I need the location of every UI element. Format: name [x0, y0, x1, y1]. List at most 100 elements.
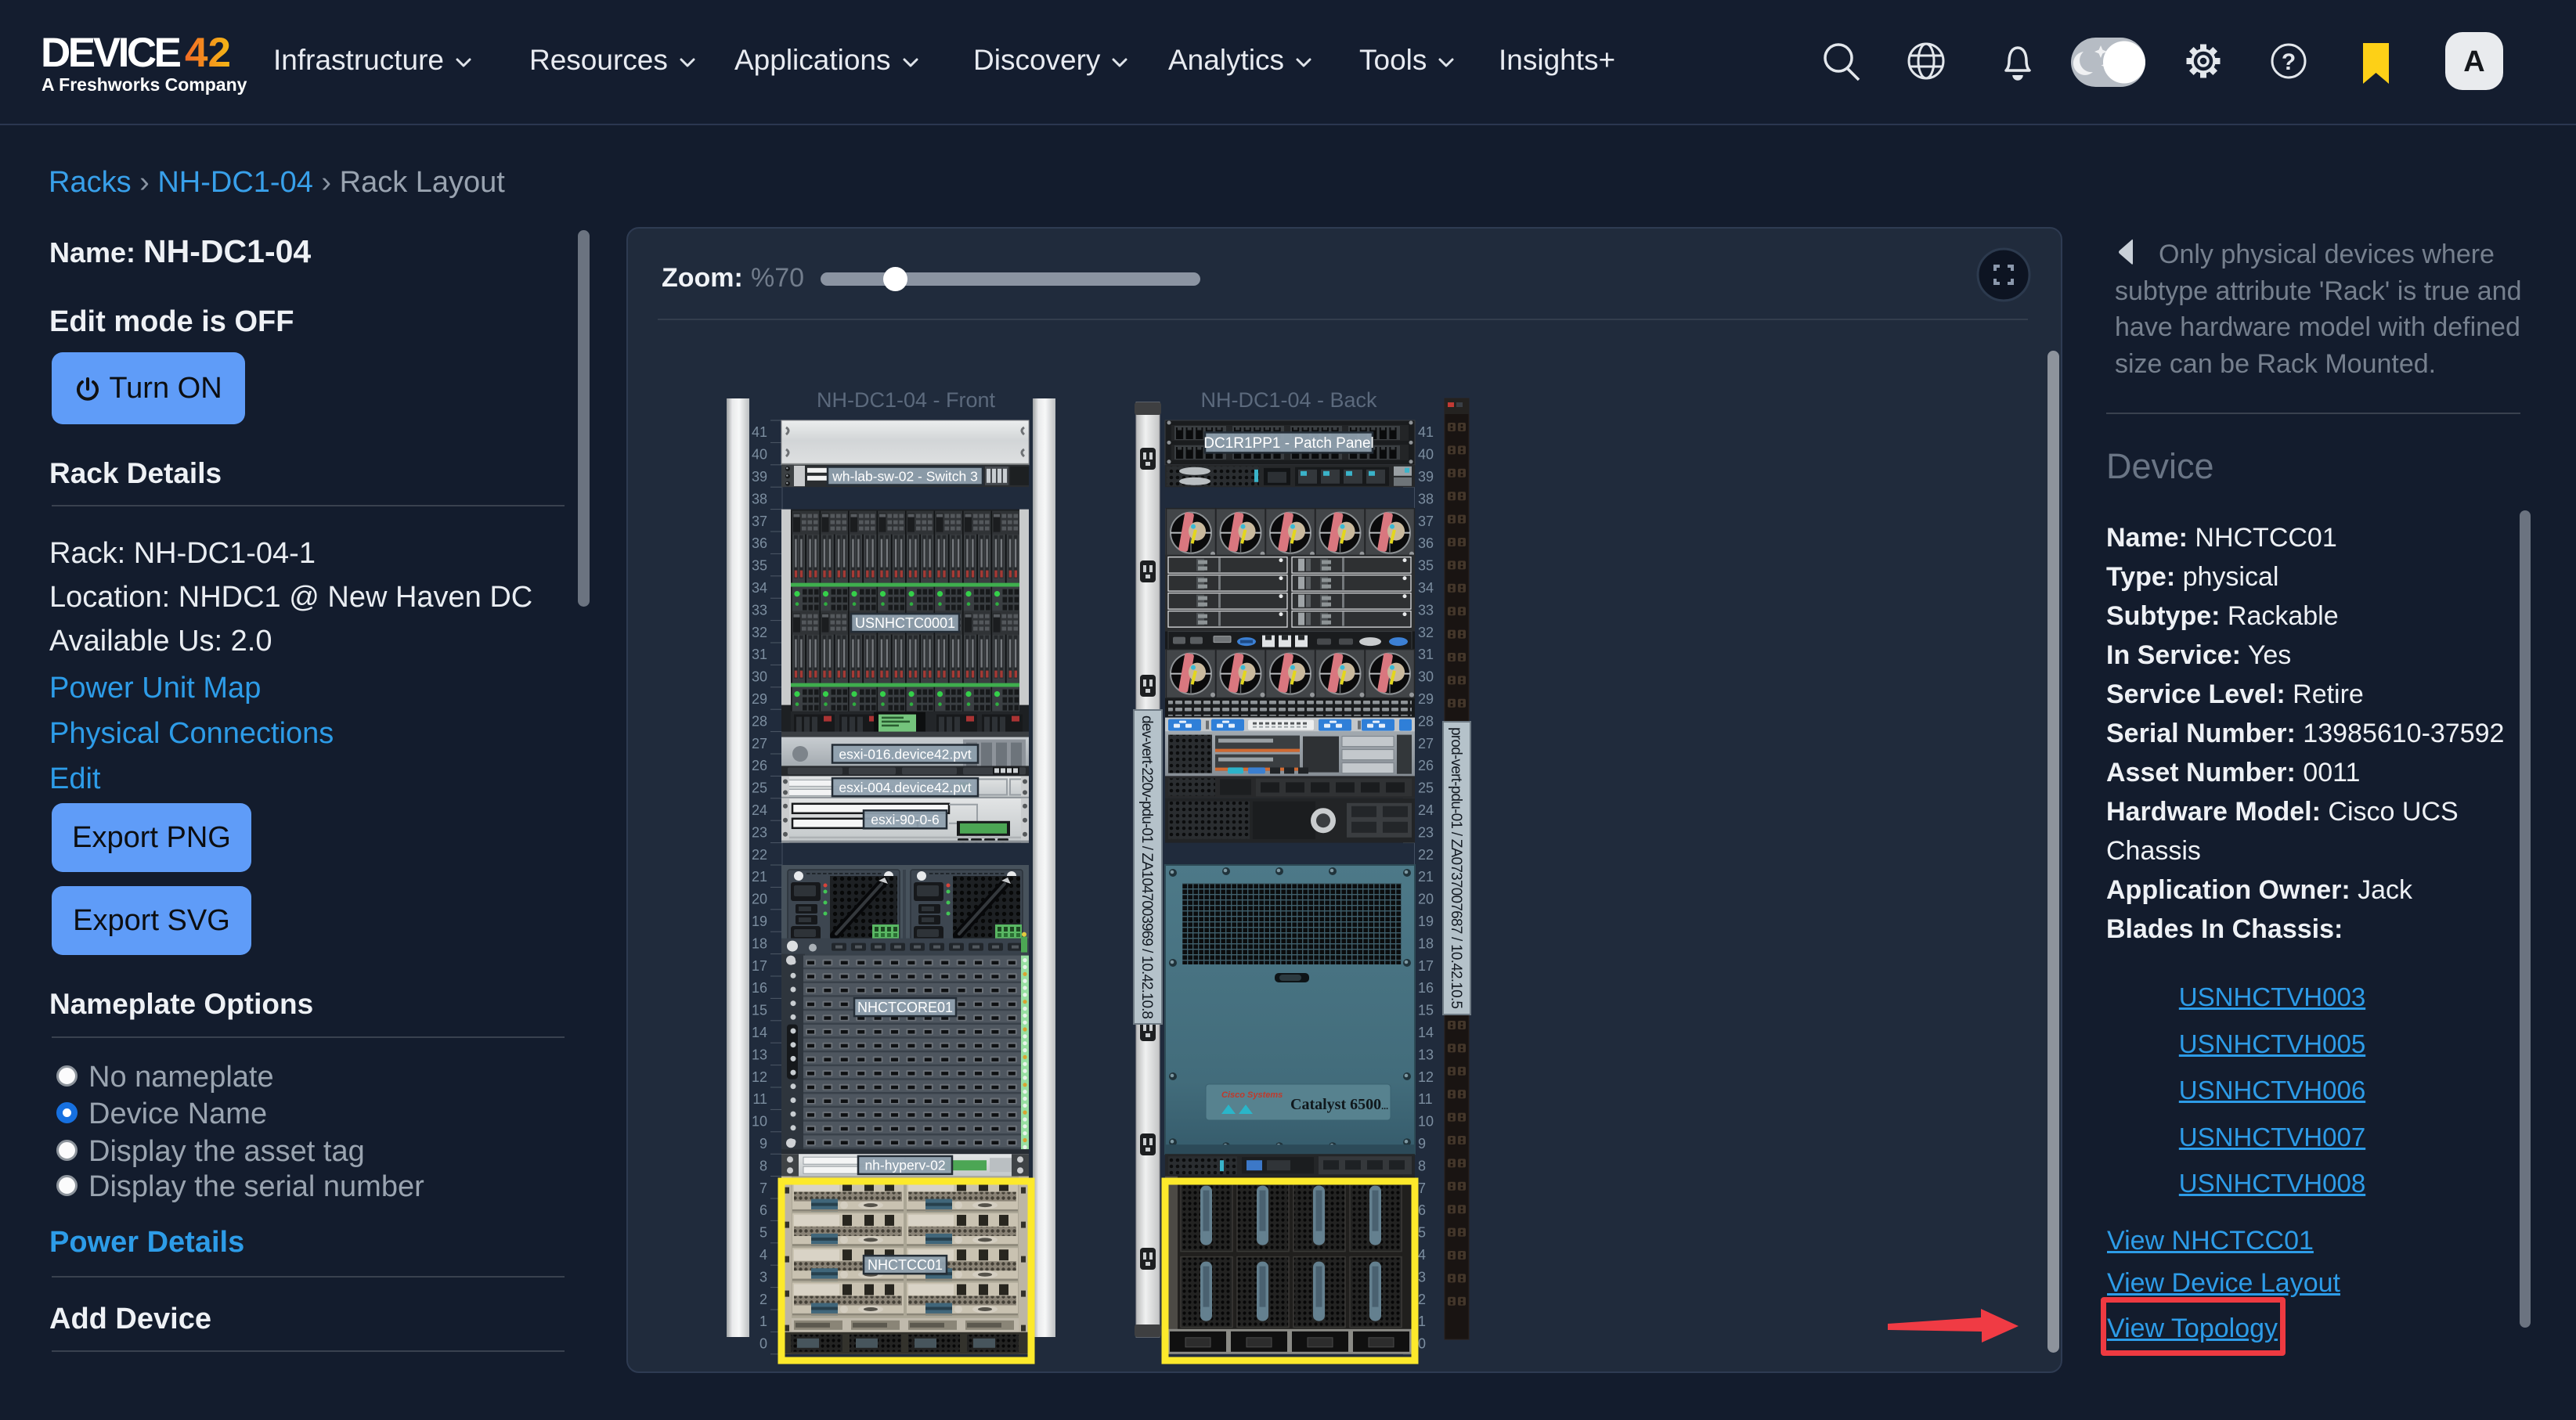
svg-text:35: 35	[752, 558, 767, 574]
svg-text:27: 27	[752, 736, 767, 751]
svg-text:2: 2	[1418, 1292, 1426, 1307]
svg-text:7: 7	[759, 1180, 767, 1196]
svg-text:39: 39	[1418, 469, 1434, 485]
svg-text:8: 8	[1418, 1158, 1426, 1173]
svg-text:31: 31	[1418, 647, 1434, 662]
svg-text:19: 19	[1418, 914, 1434, 929]
svg-text:17: 17	[752, 958, 767, 974]
svg-text:32: 32	[752, 625, 767, 640]
svg-text:36: 36	[752, 535, 767, 551]
svg-text:32: 32	[1418, 625, 1434, 640]
svg-text:14: 14	[752, 1025, 767, 1040]
svg-text:30: 30	[752, 669, 767, 685]
svg-text:17: 17	[1418, 958, 1434, 974]
svg-text:7: 7	[1418, 1180, 1426, 1196]
svg-text:dev-vert-220v-pdu-01 / ZA10470: dev-vert-220v-pdu-01 / ZA1047003969 / 10…	[1138, 715, 1155, 1019]
svg-text:wh-lab-sw-02 - Switch 3: wh-lab-sw-02 - Switch 3	[832, 468, 978, 484]
svg-text:3: 3	[759, 1269, 767, 1285]
svg-text:40: 40	[752, 447, 767, 463]
svg-text:38: 38	[752, 491, 767, 506]
svg-text:25: 25	[1418, 780, 1434, 796]
svg-text:36: 36	[1418, 535, 1434, 551]
svg-text:NHCTCORE01: NHCTCORE01	[857, 1000, 953, 1015]
svg-text:8: 8	[759, 1158, 767, 1173]
svg-text:4: 4	[1418, 1247, 1426, 1263]
svg-text:10: 10	[1418, 1114, 1434, 1130]
svg-text:1: 1	[1418, 1314, 1426, 1329]
svg-text:18: 18	[1418, 935, 1434, 951]
svg-text:9: 9	[1418, 1136, 1426, 1151]
svg-text:0: 0	[1418, 1336, 1426, 1352]
svg-text:23: 23	[1418, 824, 1434, 840]
svg-text:16: 16	[752, 980, 767, 996]
svg-text:13: 13	[752, 1047, 767, 1062]
svg-text:esxi-016.device42.pvt: esxi-016.device42.pvt	[839, 746, 971, 762]
svg-text:26: 26	[752, 758, 767, 773]
svg-text:USNHCTC0001: USNHCTC0001	[855, 615, 955, 631]
svg-text:22: 22	[1418, 847, 1434, 863]
svg-text:0: 0	[759, 1336, 767, 1352]
svg-text:5: 5	[1418, 1225, 1426, 1241]
svg-text:esxi-004.device42.pvt: esxi-004.device42.pvt	[839, 780, 971, 795]
svg-text:22: 22	[752, 847, 767, 863]
svg-text:DEVICE: DEVICE	[41, 30, 182, 76]
svg-text:30: 30	[1418, 669, 1434, 685]
svg-text:15: 15	[752, 1003, 767, 1018]
svg-text:A Freshworks Company: A Freshworks Company	[41, 74, 247, 95]
svg-text:nh-hyperv-02: nh-hyperv-02	[864, 1158, 945, 1173]
svg-text:33: 33	[752, 602, 767, 618]
svg-text:42: 42	[185, 30, 231, 76]
svg-text:21: 21	[1418, 869, 1434, 885]
svg-text:11: 11	[1418, 1091, 1433, 1107]
svg-text:34: 34	[1418, 580, 1434, 596]
svg-text:20: 20	[1418, 892, 1434, 907]
svg-text:41: 41	[752, 424, 767, 440]
svg-text:31: 31	[752, 647, 767, 662]
svg-text:Cisco Systems: Cisco Systems	[1221, 1090, 1283, 1100]
svg-text:12: 12	[1418, 1069, 1434, 1085]
svg-text:28: 28	[1418, 713, 1434, 729]
svg-text:NHCTCC01: NHCTCC01	[868, 1257, 943, 1273]
svg-text:11: 11	[752, 1091, 767, 1107]
svg-text:1: 1	[759, 1314, 767, 1329]
svg-text:41: 41	[1418, 424, 1434, 440]
svg-text:A: A	[2463, 45, 2484, 78]
svg-text:NH-DC1-04 - Front: NH-DC1-04 - Front	[817, 388, 996, 412]
svg-text:19: 19	[752, 914, 767, 929]
svg-text:10: 10	[752, 1114, 767, 1130]
svg-text:39: 39	[752, 469, 767, 485]
svg-text:20: 20	[752, 892, 767, 907]
svg-text:26: 26	[1418, 758, 1434, 773]
svg-text:Catalyst 6500...: Catalyst 6500...	[1290, 1096, 1388, 1113]
svg-text:34: 34	[752, 580, 767, 596]
svg-text:2: 2	[759, 1292, 767, 1307]
svg-text:14: 14	[1418, 1025, 1434, 1040]
svg-text:27: 27	[1418, 736, 1434, 751]
svg-text:NH-DC1-04 - Back: NH-DC1-04 - Back	[1200, 388, 1377, 412]
svg-text:29: 29	[752, 691, 767, 707]
svg-text:13: 13	[1418, 1047, 1434, 1062]
svg-text:6: 6	[759, 1202, 767, 1218]
svg-text:prod-vert-pdu-01 / ZA073700768: prod-vert-pdu-01 / ZA0737007687 / 10.42.…	[1448, 727, 1464, 1009]
svg-text:esxi-90-0-6: esxi-90-0-6	[871, 812, 940, 827]
svg-text:24: 24	[1418, 802, 1434, 818]
svg-text:29: 29	[1418, 691, 1434, 707]
svg-text:40: 40	[1418, 447, 1434, 463]
svg-text:25: 25	[752, 780, 767, 796]
svg-text:9: 9	[759, 1136, 767, 1151]
svg-text:21: 21	[752, 869, 767, 885]
svg-text:37: 37	[1418, 514, 1434, 529]
svg-text:?: ?	[2282, 49, 2296, 75]
svg-text:38: 38	[1418, 491, 1434, 506]
svg-text:DC1R1PP1 - Patch Panel: DC1R1PP1 - Patch Panel	[1203, 435, 1374, 452]
svg-text:23: 23	[752, 824, 767, 840]
svg-text:4: 4	[759, 1247, 767, 1263]
svg-text:15: 15	[1418, 1003, 1434, 1018]
svg-text:24: 24	[752, 802, 767, 818]
svg-text:12: 12	[752, 1069, 767, 1085]
svg-text:6: 6	[1418, 1202, 1426, 1218]
svg-text:37: 37	[752, 514, 767, 529]
svg-text:16: 16	[1418, 980, 1434, 996]
svg-text:3: 3	[1418, 1269, 1426, 1285]
svg-text:35: 35	[1418, 558, 1434, 574]
